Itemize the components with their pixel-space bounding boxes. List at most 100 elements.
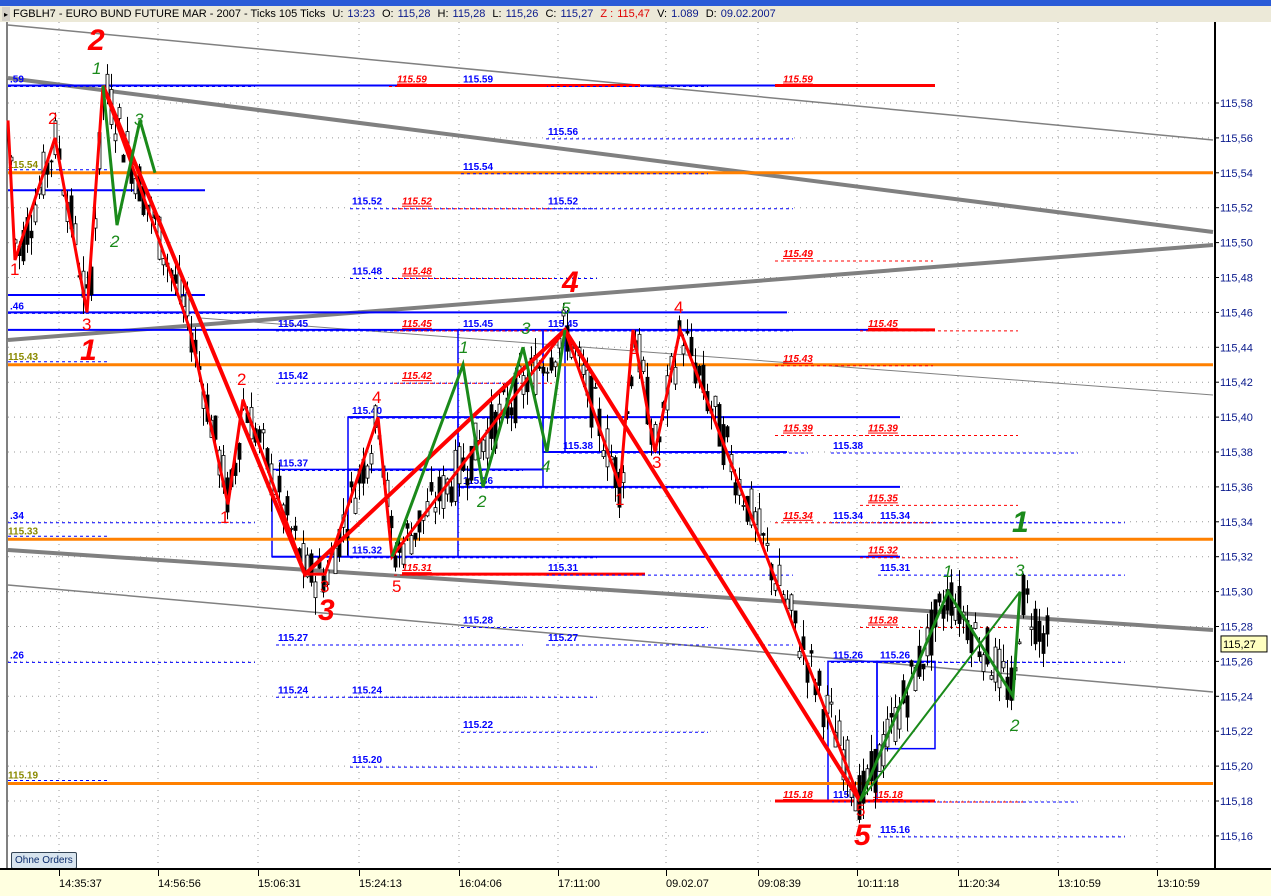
- green-wave-label: 2: [476, 492, 487, 511]
- red-level-label: 115.39: [868, 424, 898, 435]
- red-level-label: 115.35: [868, 493, 898, 504]
- y-tick-label: 115,42: [1220, 377, 1253, 389]
- red-level-label: 115.32: [868, 546, 898, 557]
- price-bar-body: [393, 555, 398, 568]
- price-bar-body: [389, 515, 394, 529]
- y-tick-label: 115,46: [1220, 307, 1253, 319]
- u-label: U:: [332, 8, 344, 20]
- red-wave-label: 1: [220, 508, 229, 527]
- u-value: 13:23: [347, 8, 375, 20]
- blue-level-label: 115.37: [278, 458, 308, 469]
- red-wave-label: 1: [10, 260, 19, 279]
- green-wave-label: 1: [943, 562, 952, 581]
- major-wave-line: [101, 84, 862, 803]
- price-bar-body: [697, 365, 702, 376]
- price-bar-body: [1033, 608, 1038, 645]
- price-bar-body: [713, 395, 718, 408]
- price-bar-body: [33, 204, 38, 223]
- price-bar-body: [509, 407, 514, 416]
- orders-button[interactable]: Ohne Orders: [11, 852, 77, 869]
- green-wave-label: 1: [92, 59, 101, 78]
- price-bar-body: [1017, 641, 1022, 645]
- olive-level-label: 115.19: [8, 771, 38, 782]
- open-value: 115,28: [397, 8, 431, 20]
- price-chart[interactable]: 115,58 115,56 115,54 115,52 115,50 115,48 115,…: [0, 22, 1271, 868]
- expand-arrow-icon[interactable]: ▸: [2, 7, 10, 21]
- price-bar-body: [1021, 575, 1026, 616]
- price-bar-body: [765, 542, 770, 546]
- y-tick-label: 115,52: [1220, 203, 1253, 215]
- price-bar-body: [117, 107, 122, 119]
- price-bar-body: [741, 505, 746, 507]
- y-tick-label: 115,40: [1220, 412, 1253, 424]
- price-bar-body: [449, 486, 454, 503]
- major-wave-label: 1: [80, 334, 97, 367]
- price-bar-body: [789, 594, 794, 611]
- x-tick-label: 15:06:31: [258, 878, 301, 890]
- blue-level-label: 115.27: [548, 633, 578, 644]
- price-bar-body: [237, 443, 242, 460]
- major-wave-label: 5: [854, 819, 872, 852]
- y-tick-label: 115,34: [1220, 517, 1253, 529]
- blue-level-label: 115.40: [352, 406, 382, 417]
- d-label: D:: [705, 8, 717, 20]
- price-bar-body: [1037, 620, 1042, 642]
- price-bar-body: [829, 701, 834, 705]
- price-bar-body: [49, 160, 54, 163]
- blue-level-label: 115.27: [278, 633, 308, 644]
- x-tick: [459, 870, 460, 876]
- red-level-label: 115.49: [783, 249, 813, 260]
- current-price-label: 115,27: [1223, 639, 1256, 651]
- blue-level-label: 115.34: [880, 511, 910, 522]
- red-level-label: 115.42: [402, 371, 432, 382]
- price-bar-body: [349, 481, 354, 488]
- price-bar-body: [1041, 633, 1046, 654]
- price-bar-body: [429, 482, 434, 492]
- price-bar-body: [1029, 626, 1034, 630]
- blue-level-label: 115.24: [352, 685, 382, 696]
- y-tick-label: 115,30: [1220, 587, 1253, 599]
- price-bar-body: [761, 533, 766, 536]
- green-wave-label: 2: [109, 232, 120, 251]
- red-wave-label: 1: [615, 490, 624, 509]
- x-tick-label: 17:11:00: [558, 878, 601, 890]
- x-tick-label: 16:04:06: [459, 878, 502, 890]
- blue-level-label: 115.54: [463, 162, 493, 173]
- red-wave-label: 5: [392, 577, 401, 596]
- price-bar-body: [681, 345, 686, 355]
- red-level-label: 115.48: [402, 267, 432, 278]
- price-bar-body: [409, 535, 414, 555]
- green-wave-label: 1: [1012, 506, 1029, 539]
- h-label: H:: [437, 8, 449, 20]
- price-bar-body: [549, 357, 554, 371]
- green-wave-label: 3: [134, 110, 144, 129]
- olive-level-label: 115.33: [8, 526, 38, 537]
- price-bar-body: [465, 478, 470, 486]
- blue-level-label: 115.26: [833, 650, 863, 661]
- x-tick: [666, 870, 667, 876]
- red-wave-label: 2: [629, 339, 638, 358]
- red-level-label: 115.18: [783, 790, 813, 801]
- x-tick: [758, 870, 759, 876]
- x-tick: [1058, 870, 1059, 876]
- x-tick-label: 13:10:59: [1157, 878, 1200, 890]
- price-bar-body: [401, 543, 406, 565]
- red-level-label: 115.39: [783, 424, 813, 435]
- red-level-label: 115.43: [783, 354, 813, 365]
- close-value: 115,27: [560, 8, 594, 20]
- y-tick-label: 115,54: [1220, 168, 1253, 180]
- x-tick: [958, 870, 959, 876]
- price-bar-body: [1045, 615, 1050, 635]
- trend-line: [7, 76, 1214, 234]
- price-bar-body: [937, 593, 942, 603]
- major-wave-label: 4: [561, 266, 579, 299]
- blue-level-label: .26: [10, 650, 24, 661]
- red-level-label: 115.28: [868, 616, 898, 627]
- green-wave-label: 1: [459, 338, 468, 357]
- o-label: O:: [382, 8, 394, 20]
- price-bar-body: [405, 523, 410, 529]
- x-tick: [59, 870, 60, 876]
- price-bar-body: [1001, 660, 1006, 669]
- price-bar-body: [121, 154, 126, 163]
- price-bar-body: [953, 606, 958, 621]
